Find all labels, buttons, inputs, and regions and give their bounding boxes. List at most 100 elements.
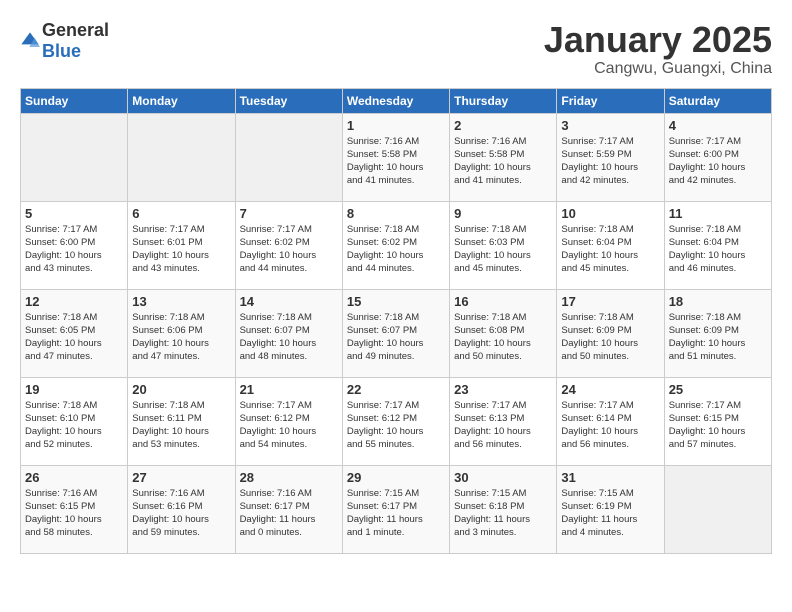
day-info: Sunrise: 7:18 AM Sunset: 6:02 PM Dayligh… xyxy=(347,223,445,276)
calendar-cell: 12Sunrise: 7:18 AM Sunset: 6:05 PM Dayli… xyxy=(21,289,128,377)
calendar-cell: 24Sunrise: 7:17 AM Sunset: 6:14 PM Dayli… xyxy=(557,377,664,465)
day-number: 23 xyxy=(454,382,552,397)
day-info: Sunrise: 7:18 AM Sunset: 6:04 PM Dayligh… xyxy=(561,223,659,276)
calendar-cell xyxy=(128,113,235,201)
day-number: 15 xyxy=(347,294,445,309)
day-info: Sunrise: 7:16 AM Sunset: 6:16 PM Dayligh… xyxy=(132,487,230,540)
calendar-cell: 28 Sunrise: 7:16 AM Sunset: 6:17 PM Dayli… xyxy=(235,465,342,553)
calendar-cell: 9 Sunrise: 7:18 AM Sunset: 6:03 PM Daylig… xyxy=(450,201,557,289)
logo-text: General Blue xyxy=(42,20,109,62)
day-info: Sunrise: 7:15 AM Sunset: 6:17 PM Dayligh… xyxy=(347,487,445,540)
day-info: Sunrise: 7:18 AM Sunset: 6:09 PM Dayligh… xyxy=(669,311,767,364)
calendar-week-row: 12Sunrise: 7:18 AM Sunset: 6:05 PM Dayli… xyxy=(21,289,772,377)
day-number: 3 xyxy=(561,118,659,133)
header: General Blue January 2025 Cangwu, Guangx… xyxy=(20,20,772,78)
day-number: 11 xyxy=(669,206,767,221)
day-number: 6 xyxy=(132,206,230,221)
location-title: Cangwu, Guangxi, China xyxy=(544,60,772,78)
weekday-header-cell: Thursday xyxy=(450,88,557,113)
weekday-header-cell: Wednesday xyxy=(342,88,449,113)
day-info: Sunrise: 7:18 AM Sunset: 6:07 PM Dayligh… xyxy=(240,311,338,364)
calendar-cell: 7 Sunrise: 7:17 AM Sunset: 6:02 PM Daylig… xyxy=(235,201,342,289)
day-number: 20 xyxy=(132,382,230,397)
calendar-week-row: 1Sunrise: 7:16 AM Sunset: 5:58 PM Daylig… xyxy=(21,113,772,201)
calendar-table: SundayMondayTuesdayWednesdayThursdayFrid… xyxy=(20,88,772,554)
calendar-cell xyxy=(664,465,771,553)
day-number: 7 xyxy=(240,206,338,221)
day-info: Sunrise: 7:15 AM Sunset: 6:18 PM Dayligh… xyxy=(454,487,552,540)
day-info: Sunrise: 7:18 AM Sunset: 6:09 PM Dayligh… xyxy=(561,311,659,364)
calendar-cell: 18 Sunrise: 7:18 AM Sunset: 6:09 PM Dayli… xyxy=(664,289,771,377)
calendar-cell: 31 Sunrise: 7:15 AM Sunset: 6:19 PM Dayli… xyxy=(557,465,664,553)
calendar-cell: 2 Sunrise: 7:16 AM Sunset: 5:58 PM Daylig… xyxy=(450,113,557,201)
day-number: 9 xyxy=(454,206,552,221)
day-info: Sunrise: 7:18 AM Sunset: 6:03 PM Dayligh… xyxy=(454,223,552,276)
day-info: Sunrise: 7:18 AM Sunset: 6:06 PM Dayligh… xyxy=(132,311,230,364)
logo: General Blue xyxy=(20,20,109,62)
calendar-cell: 20 Sunrise: 7:18 AM Sunset: 6:11 PM Dayli… xyxy=(128,377,235,465)
calendar-cell: 22 Sunrise: 7:17 AM Sunset: 6:12 PM Dayli… xyxy=(342,377,449,465)
calendar-cell: 11Sunrise: 7:18 AM Sunset: 6:04 PM Dayli… xyxy=(664,201,771,289)
logo-general: General xyxy=(42,20,109,40)
calendar-cell: 25Sunrise: 7:17 AM Sunset: 6:15 PM Dayli… xyxy=(664,377,771,465)
calendar-cell: 10 Sunrise: 7:18 AM Sunset: 6:04 PM Dayli… xyxy=(557,201,664,289)
day-number: 16 xyxy=(454,294,552,309)
day-info: Sunrise: 7:17 AM Sunset: 6:01 PM Dayligh… xyxy=(132,223,230,276)
calendar-cell: 8 Sunrise: 7:18 AM Sunset: 6:02 PM Daylig… xyxy=(342,201,449,289)
calendar-cell: 13 Sunrise: 7:18 AM Sunset: 6:06 PM Dayli… xyxy=(128,289,235,377)
calendar-cell: 17 Sunrise: 7:18 AM Sunset: 6:09 PM Dayli… xyxy=(557,289,664,377)
day-number: 31 xyxy=(561,470,659,485)
weekday-header-cell: Tuesday xyxy=(235,88,342,113)
day-info: Sunrise: 7:17 AM Sunset: 6:12 PM Dayligh… xyxy=(240,399,338,452)
day-number: 2 xyxy=(454,118,552,133)
day-info: Sunrise: 7:16 AM Sunset: 6:17 PM Dayligh… xyxy=(240,487,338,540)
day-number: 14 xyxy=(240,294,338,309)
calendar-cell: 30Sunrise: 7:15 AM Sunset: 6:18 PM Dayli… xyxy=(450,465,557,553)
day-info: Sunrise: 7:18 AM Sunset: 6:07 PM Dayligh… xyxy=(347,311,445,364)
calendar-cell: 27Sunrise: 7:16 AM Sunset: 6:16 PM Dayli… xyxy=(128,465,235,553)
day-info: Sunrise: 7:18 AM Sunset: 6:11 PM Dayligh… xyxy=(132,399,230,452)
day-info: Sunrise: 7:17 AM Sunset: 6:02 PM Dayligh… xyxy=(240,223,338,276)
day-info: Sunrise: 7:18 AM Sunset: 6:08 PM Dayligh… xyxy=(454,311,552,364)
calendar-body: 1Sunrise: 7:16 AM Sunset: 5:58 PM Daylig… xyxy=(21,113,772,553)
day-number: 28 xyxy=(240,470,338,485)
day-number: 18 xyxy=(669,294,767,309)
calendar-cell xyxy=(235,113,342,201)
day-number: 10 xyxy=(561,206,659,221)
weekday-header: SundayMondayTuesdayWednesdayThursdayFrid… xyxy=(21,88,772,113)
day-info: Sunrise: 7:18 AM Sunset: 6:10 PM Dayligh… xyxy=(25,399,123,452)
logo-icon xyxy=(20,31,40,51)
weekday-header-cell: Sunday xyxy=(21,88,128,113)
calendar-cell: 19 Sunrise: 7:18 AM Sunset: 6:10 PM Dayli… xyxy=(21,377,128,465)
day-info: Sunrise: 7:16 AM Sunset: 5:58 PM Dayligh… xyxy=(347,135,445,188)
weekday-header-cell: Saturday xyxy=(664,88,771,113)
day-info: Sunrise: 7:17 AM Sunset: 5:59 PM Dayligh… xyxy=(561,135,659,188)
day-info: Sunrise: 7:17 AM Sunset: 6:13 PM Dayligh… xyxy=(454,399,552,452)
day-number: 17 xyxy=(561,294,659,309)
day-info: Sunrise: 7:17 AM Sunset: 6:00 PM Dayligh… xyxy=(669,135,767,188)
day-info: Sunrise: 7:17 AM Sunset: 6:00 PM Dayligh… xyxy=(25,223,123,276)
weekday-header-cell: Friday xyxy=(557,88,664,113)
calendar-cell: 5Sunrise: 7:17 AM Sunset: 6:00 PM Daylig… xyxy=(21,201,128,289)
calendar-cell: 21 Sunrise: 7:17 AM Sunset: 6:12 PM Dayli… xyxy=(235,377,342,465)
day-info: Sunrise: 7:15 AM Sunset: 6:19 PM Dayligh… xyxy=(561,487,659,540)
day-number: 21 xyxy=(240,382,338,397)
day-info: Sunrise: 7:17 AM Sunset: 6:12 PM Dayligh… xyxy=(347,399,445,452)
calendar-cell: 26Sunrise: 7:16 AM Sunset: 6:15 PM Dayli… xyxy=(21,465,128,553)
calendar-cell: 16 Sunrise: 7:18 AM Sunset: 6:08 PM Dayli… xyxy=(450,289,557,377)
calendar-cell: 15 Sunrise: 7:18 AM Sunset: 6:07 PM Dayli… xyxy=(342,289,449,377)
day-info: Sunrise: 7:16 AM Sunset: 5:58 PM Dayligh… xyxy=(454,135,552,188)
weekday-header-cell: Monday xyxy=(128,88,235,113)
day-number: 13 xyxy=(132,294,230,309)
calendar-cell: 6 Sunrise: 7:17 AM Sunset: 6:01 PM Daylig… xyxy=(128,201,235,289)
day-number: 22 xyxy=(347,382,445,397)
day-number: 8 xyxy=(347,206,445,221)
calendar-cell: 14 Sunrise: 7:18 AM Sunset: 6:07 PM Dayli… xyxy=(235,289,342,377)
day-info: Sunrise: 7:17 AM Sunset: 6:14 PM Dayligh… xyxy=(561,399,659,452)
calendar-week-row: 26Sunrise: 7:16 AM Sunset: 6:15 PM Dayli… xyxy=(21,465,772,553)
day-number: 29 xyxy=(347,470,445,485)
calendar-cell: 4Sunrise: 7:17 AM Sunset: 6:00 PM Daylig… xyxy=(664,113,771,201)
calendar-cell: 1Sunrise: 7:16 AM Sunset: 5:58 PM Daylig… xyxy=(342,113,449,201)
day-info: Sunrise: 7:18 AM Sunset: 6:05 PM Dayligh… xyxy=(25,311,123,364)
day-number: 19 xyxy=(25,382,123,397)
